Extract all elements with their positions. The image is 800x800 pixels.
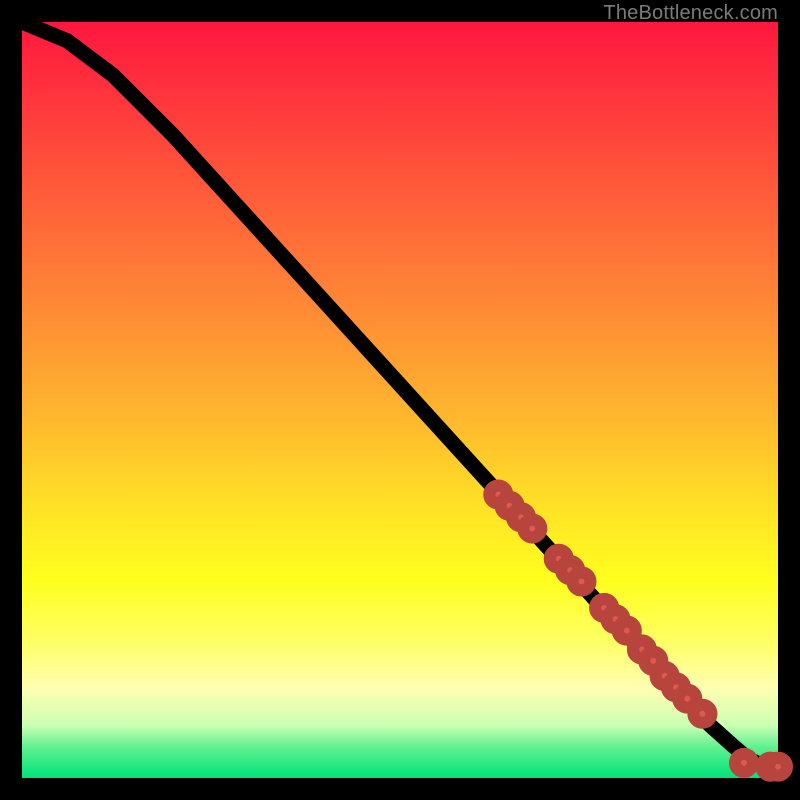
data-point-marker	[693, 705, 711, 723]
chart-overlay	[22, 22, 778, 778]
data-point-marker	[618, 622, 636, 640]
data-point-marker	[572, 572, 590, 590]
chart-stage: TheBottleneck.com	[0, 0, 800, 800]
data-point-marker	[735, 754, 753, 772]
marker-group	[489, 486, 787, 776]
data-point-marker	[523, 520, 541, 538]
data-point-marker	[769, 758, 787, 776]
